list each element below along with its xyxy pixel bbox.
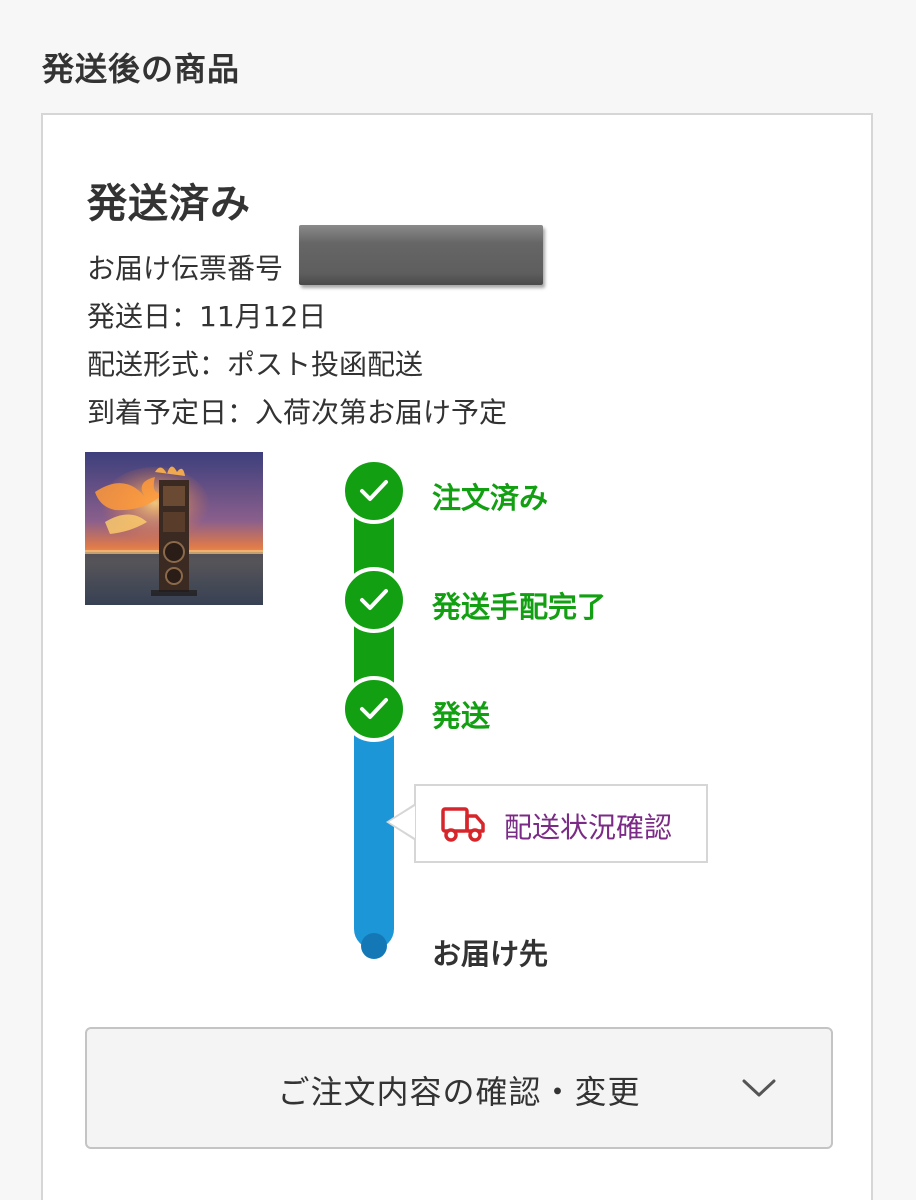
step-arranged-label: 発送手配完了	[432, 590, 607, 624]
shipment-status: 発送済み	[87, 181, 251, 227]
ship-date: 発送日：11月12日	[87, 300, 327, 333]
delivery-status-link[interactable]: 配送状況確認	[504, 806, 672, 846]
shipping-method: 配送形式：ポスト投函配送	[87, 348, 424, 381]
estimated-arrival: 到着予定日：入荷次第お届け予定	[87, 396, 508, 429]
truck-icon	[441, 807, 485, 842]
order-details-label: ご注文内容の確認・変更	[277, 1073, 641, 1111]
step-shipped-check-icon	[341, 676, 407, 742]
section-title: 発送後の商品	[42, 50, 241, 88]
timeline-end-dot	[361, 933, 387, 959]
destination-label: お届け先	[432, 937, 549, 971]
step-arranged-check-icon	[341, 567, 407, 633]
step-shipped-label: 発送	[432, 699, 491, 733]
tracking-number-redacted	[299, 225, 543, 285]
tracking-number-label: お届け伝票番号	[87, 252, 284, 285]
order-details-button[interactable]: ご注文内容の確認・変更	[85, 1027, 833, 1149]
chevron-down-icon	[742, 1079, 776, 1097]
step-ordered-label: 注文済み	[432, 481, 549, 515]
shipment-card: 発送済み お届け伝票番号 発送日：11月12日 配送形式：ポスト投函配送 到着予…	[41, 113, 873, 1200]
delivery-status-button[interactable]: 配送状況確認	[386, 784, 708, 863]
product-thumbnail[interactable]	[85, 452, 263, 605]
step-ordered-check-icon	[341, 458, 407, 524]
